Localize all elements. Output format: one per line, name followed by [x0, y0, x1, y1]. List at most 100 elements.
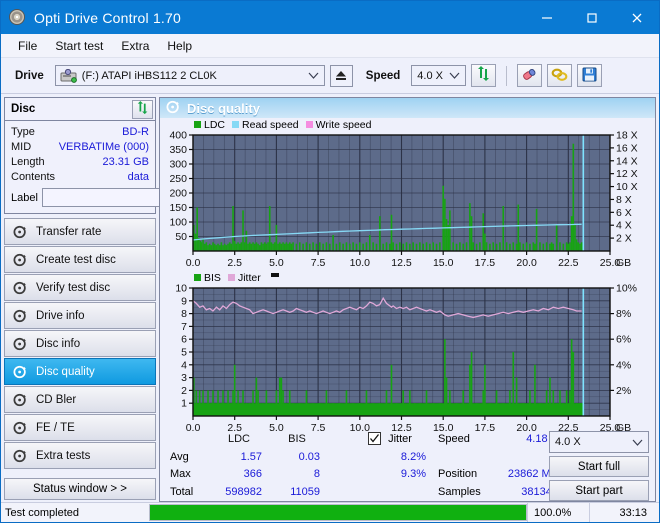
minimize-button[interactable]: [524, 1, 569, 34]
sidebar-item-disc-quality[interactable]: Disc quality: [4, 358, 156, 385]
svg-text:6: 6: [181, 334, 187, 346]
table-row-max: Max 366 8 9.3% Position 23862 MB: [164, 466, 564, 484]
sidebar-item-disc-info[interactable]: Disc info: [4, 330, 156, 357]
svg-text:20.0: 20.0: [516, 257, 537, 269]
bis-legend: BIS Jitter: [160, 271, 655, 284]
disc-mid-value: VERBATIMe (000): [59, 141, 149, 153]
ldc-plot[interactable]: 501001502002503003504002 X4 X6 X8 X10 X1…: [160, 131, 652, 271]
disc-row-length: Length 23.31 GB: [11, 154, 149, 169]
close-button[interactable]: [614, 1, 659, 34]
svg-text:12.5: 12.5: [391, 257, 412, 269]
refresh-button[interactable]: [471, 64, 496, 87]
window-title: Opti Drive Control 1.70: [34, 10, 181, 26]
svg-text:4 X: 4 X: [616, 220, 632, 232]
sidebar-item-label: Verify test disc: [36, 282, 110, 294]
sidebar-item-label: Extra tests: [36, 450, 90, 462]
content-area: Disc quality LDC Read speed: [159, 94, 659, 502]
legend-item-read-speed: Read speed: [232, 119, 299, 131]
disc-label-label: Label: [11, 192, 38, 204]
svg-text:16 X: 16 X: [616, 142, 638, 154]
disc-test-icon: [12, 336, 29, 351]
svg-text:100: 100: [169, 217, 187, 229]
svg-text:6%: 6%: [616, 334, 631, 346]
eject-button[interactable]: [330, 65, 353, 87]
disc-length-value: 23.31 GB: [103, 156, 149, 168]
progress-bar-fill: [150, 505, 526, 520]
position-stat-label: Position: [432, 466, 494, 484]
speed-label: Speed: [366, 70, 401, 82]
sidebar-item-cd-bler[interactable]: CD Bler: [4, 386, 156, 413]
disc-test-icon: [12, 420, 29, 435]
main-body: Disc Type BD-R: [1, 94, 659, 502]
chain-icon: [551, 67, 568, 85]
statistics-panel: LDC BIS Jitter Speed 4.18 X: [160, 427, 655, 501]
disc-length-label: Length: [11, 156, 45, 168]
sidebar-item-drive-info[interactable]: Drive info: [4, 302, 156, 329]
statistics-table: LDC BIS Jitter Speed 4.18 X: [164, 430, 564, 501]
nav-list: Transfer rate Create test disc Verify te…: [4, 218, 156, 470]
sidebar-item-extra-tests[interactable]: Extra tests: [4, 442, 156, 469]
disc-row-mid: MID VERBATIMe (000): [11, 139, 149, 154]
svg-text:10.0: 10.0: [350, 257, 371, 269]
maximize-button[interactable]: [569, 1, 614, 34]
menu-item-start-test[interactable]: Start test: [46, 37, 112, 55]
svg-text:22.5: 22.5: [558, 257, 579, 269]
start-full-button[interactable]: Start full: [549, 456, 649, 477]
test-speed-select[interactable]: 4.0 X: [549, 431, 649, 453]
svg-text:2%: 2%: [616, 385, 631, 397]
link-button[interactable]: [547, 64, 572, 87]
toolbar-separator: [506, 66, 507, 86]
start-part-button[interactable]: Start part: [549, 480, 649, 501]
svg-text:0.0: 0.0: [186, 257, 201, 269]
drive-label: Drive: [15, 70, 44, 82]
chevron-down-icon: [449, 71, 460, 83]
menu-bar: File Start test Extra Help: [1, 34, 659, 58]
legend-item-write-speed: Write speed: [306, 119, 372, 131]
menu-item-file[interactable]: File: [9, 37, 46, 55]
ldc-legend: LDC Read speed Write speed: [160, 118, 655, 131]
svg-text:15.0: 15.0: [433, 257, 454, 269]
svg-text:2: 2: [181, 385, 187, 397]
bis-plot[interactable]: 123456789102%4%6%8%10%0.02.55.07.510.012…: [160, 284, 652, 436]
speed-select[interactable]: 4.0 X: [411, 65, 466, 86]
svg-text:5.0: 5.0: [269, 257, 284, 269]
status-window-button[interactable]: Status window > >: [4, 478, 156, 500]
disc-refresh-button[interactable]: [132, 100, 153, 119]
disc-type-label: Type: [11, 126, 35, 138]
disc-label-row: Label: [11, 187, 149, 208]
svg-text:7.5: 7.5: [311, 257, 326, 269]
disc-contents-label: Contents: [11, 171, 55, 183]
sidebar-item-verify-test-disc[interactable]: Verify test disc: [4, 274, 156, 301]
disc-row-type: Type BD-R: [11, 124, 149, 139]
drive-select[interactable]: (F:) ATAPI iHBS112 2 CL0K: [55, 65, 325, 86]
disc-quality-icon: [166, 100, 181, 117]
svg-text:2.5: 2.5: [227, 257, 242, 269]
max-jitter: 9.3%: [362, 466, 432, 484]
disc-type-value: BD-R: [122, 126, 149, 138]
sidebar-item-transfer-rate[interactable]: Transfer rate: [4, 218, 156, 245]
disc-mid-label: MID: [11, 141, 31, 153]
max-bis: 8: [268, 466, 326, 484]
progress-percent: 100.0%: [527, 503, 589, 522]
menu-item-extra[interactable]: Extra: [112, 37, 158, 55]
svg-text:8 X: 8 X: [616, 194, 632, 206]
table-row-avg: Avg 1.57 0.03 8.2%: [164, 448, 564, 466]
jitter-checkbox-cell[interactable]: Jitter: [362, 430, 432, 448]
legend-item-jitter: Jitter: [228, 272, 261, 284]
test-controls: 4.0 X Start full Start part: [549, 431, 649, 501]
legend-label: Jitter: [238, 272, 261, 284]
legend-label: Write speed: [316, 119, 372, 131]
charts-container: LDC Read speed Write speed 5010015: [160, 118, 655, 427]
avg-bis: 0.03: [268, 448, 326, 466]
jitter-checkbox[interactable]: [368, 432, 381, 445]
disc-panel-title: Disc: [11, 103, 35, 115]
clear-button[interactable]: [517, 64, 542, 87]
sidebar-item-create-test-disc[interactable]: Create test disc: [4, 246, 156, 273]
sidebar-item-label: CD Bler: [36, 394, 76, 406]
sidebar-item-fe-te[interactable]: FE / TE: [4, 414, 156, 441]
menu-item-help[interactable]: Help: [158, 37, 201, 55]
save-button[interactable]: [577, 64, 602, 87]
total-ldc: 598982: [210, 483, 268, 501]
disc-panel-header: Disc: [5, 98, 155, 121]
legend-marker-icon: [271, 273, 279, 277]
